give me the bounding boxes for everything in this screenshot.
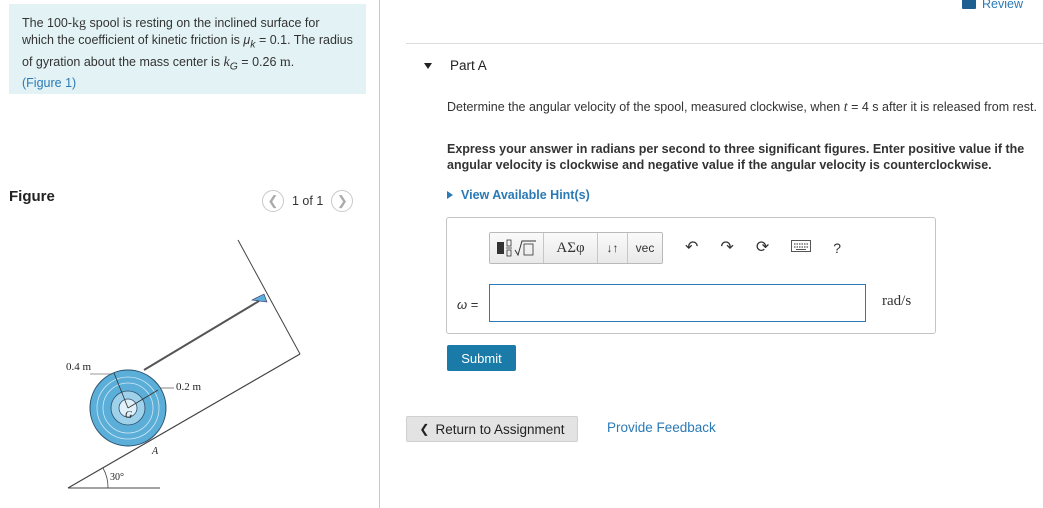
left-pane: The 100-kg spool is resting on the incli… [0, 0, 380, 508]
greek-button[interactable]: ΑΣφ [544, 233, 598, 263]
arrows-button[interactable]: ↓↑ [598, 233, 628, 263]
chevron-left-icon[interactable]: ❮ [262, 190, 284, 212]
question-text: Determine the angular velocity of the sp… [447, 100, 1037, 115]
angle-label: 30° [110, 472, 124, 483]
chevron-left-icon: ❮ [419, 422, 430, 436]
part-title: Part A [450, 58, 487, 73]
templates-radical-icon[interactable] [490, 233, 544, 263]
contact-label: A [151, 446, 159, 457]
redo-icon[interactable]: ↷ [720, 240, 733, 256]
problem-text: . [290, 54, 295, 69]
review-label: Review [982, 0, 1023, 11]
problem-text: The 100- [22, 16, 73, 30]
toolbar-actions: ↶ ↷ ⟳ ? [685, 240, 841, 256]
figure-link[interactable]: (Figure 1) [22, 76, 76, 90]
outer-radius-label: 0.4 m [66, 361, 92, 373]
reset-icon[interactable]: ⟳ [756, 240, 769, 256]
help-button[interactable]: ? [833, 241, 841, 255]
submit-button[interactable]: Submit [447, 345, 516, 371]
caret-right-icon [447, 191, 453, 199]
figure-image: 0.4 m 0.2 m G A 30° [50, 230, 370, 500]
answer-box: ΑΣφ ↓↑ vec ↶ ↷ ⟳ ? ω = rad/s [446, 217, 936, 334]
book-icon [962, 0, 976, 9]
vec-button[interactable]: vec [628, 233, 662, 263]
incline-side [237, 239, 301, 355]
problem-text: = 0.26 [237, 54, 280, 69]
hints-label: View Available Hint(s) [461, 188, 590, 202]
angle-arc [102, 467, 109, 489]
divider [406, 43, 1043, 44]
keyboard-icon [791, 240, 812, 252]
spool-diagram: 0.4 m 0.2 m G A 30° [66, 239, 301, 489]
answer-instruction: Express your answer in radians per secon… [447, 142, 1025, 172]
figure-pager: ❮ 1 of 1 ❯ [262, 190, 354, 212]
review-link[interactable]: Review [962, 0, 1023, 11]
part-a-header[interactable]: Part A [424, 58, 487, 73]
return-label: Return to Assignment [435, 421, 565, 437]
templates-radical-icon [496, 239, 536, 257]
pager-text: 1 of 1 [292, 194, 324, 208]
math-toolbar: ΑΣφ ↓↑ vec ↶ ↷ ⟳ ? [489, 232, 841, 264]
view-hints-link[interactable]: View Available Hint(s) [447, 188, 590, 202]
inner-radius-label: 0.2 m [176, 381, 202, 393]
caret-down-icon [424, 62, 432, 69]
return-to-assignment-button[interactable]: ❮ Return to Assignment [406, 416, 578, 442]
cord [143, 300, 260, 371]
problem-statement: The 100-kg spool is resting on the incli… [9, 4, 366, 94]
toolbar-group: ΑΣφ ↓↑ vec [489, 232, 663, 264]
answer-variable-label: ω = [457, 297, 479, 312]
unit-m: m [279, 54, 291, 70]
attachment-bracket [250, 293, 268, 303]
answer-input[interactable] [489, 284, 866, 322]
unit-kg: kg [72, 16, 87, 31]
center-label: G [125, 410, 132, 421]
undo-icon[interactable]: ↶ [685, 240, 698, 256]
keyboard-icon[interactable] [791, 240, 812, 256]
chevron-right-icon[interactable]: ❯ [331, 190, 354, 212]
provide-feedback-link[interactable]: Provide Feedback [607, 420, 716, 435]
answer-unit: rad/s [882, 293, 912, 309]
figure-heading: Figure [9, 188, 55, 205]
k-subscript: G [229, 61, 238, 72]
